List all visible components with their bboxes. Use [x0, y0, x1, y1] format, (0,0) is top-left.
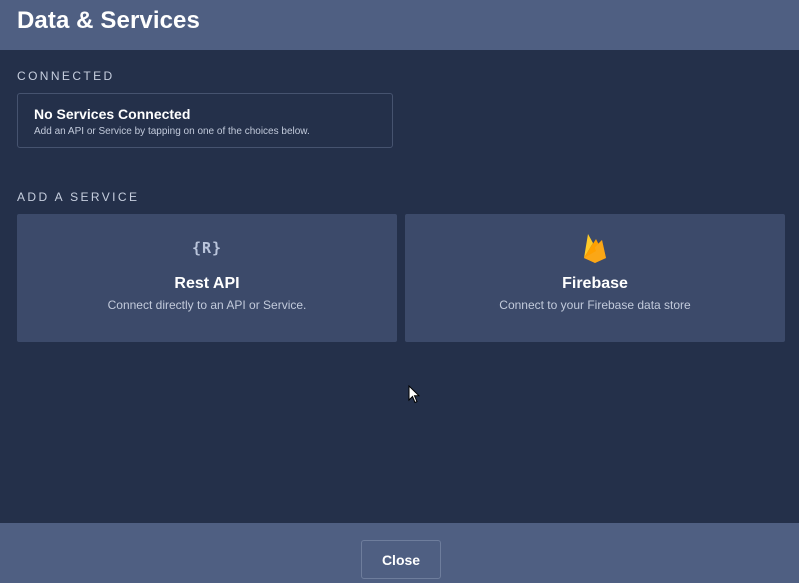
dialog-footer: Close	[0, 523, 799, 583]
firebase-subtitle: Connect to your Firebase data store	[499, 298, 691, 312]
firebase-title: Firebase	[562, 275, 628, 292]
dialog-title: Data & Services	[17, 7, 200, 34]
rest-api-title: Rest API	[174, 275, 240, 292]
firebase-card[interactable]: Firebase Connect to your Firebase data s…	[405, 214, 785, 342]
data-services-dialog: Data & Services CONNECTED No Services Co…	[0, 0, 799, 583]
close-button[interactable]: Close	[361, 540, 441, 579]
dialog-header: Data & Services	[0, 0, 799, 50]
mouse-cursor-icon	[408, 385, 420, 404]
empty-state-subtitle: Add an API or Service by tapping on one …	[34, 126, 310, 137]
rest-api-icon: {R}	[17, 232, 397, 264]
add-service-section-label: ADD A SERVICE	[17, 190, 140, 204]
connected-services-empty-state: No Services Connected Add an API or Serv…	[17, 93, 393, 148]
firebase-flame-icon	[405, 232, 785, 264]
connected-section-label: CONNECTED	[17, 69, 115, 83]
rest-api-card[interactable]: {R} Rest API Connect directly to an API …	[17, 214, 397, 342]
rest-api-icon-glyph: {R}	[191, 239, 223, 257]
empty-state-title: No Services Connected	[34, 106, 191, 122]
rest-api-subtitle: Connect directly to an API or Service.	[107, 298, 307, 312]
